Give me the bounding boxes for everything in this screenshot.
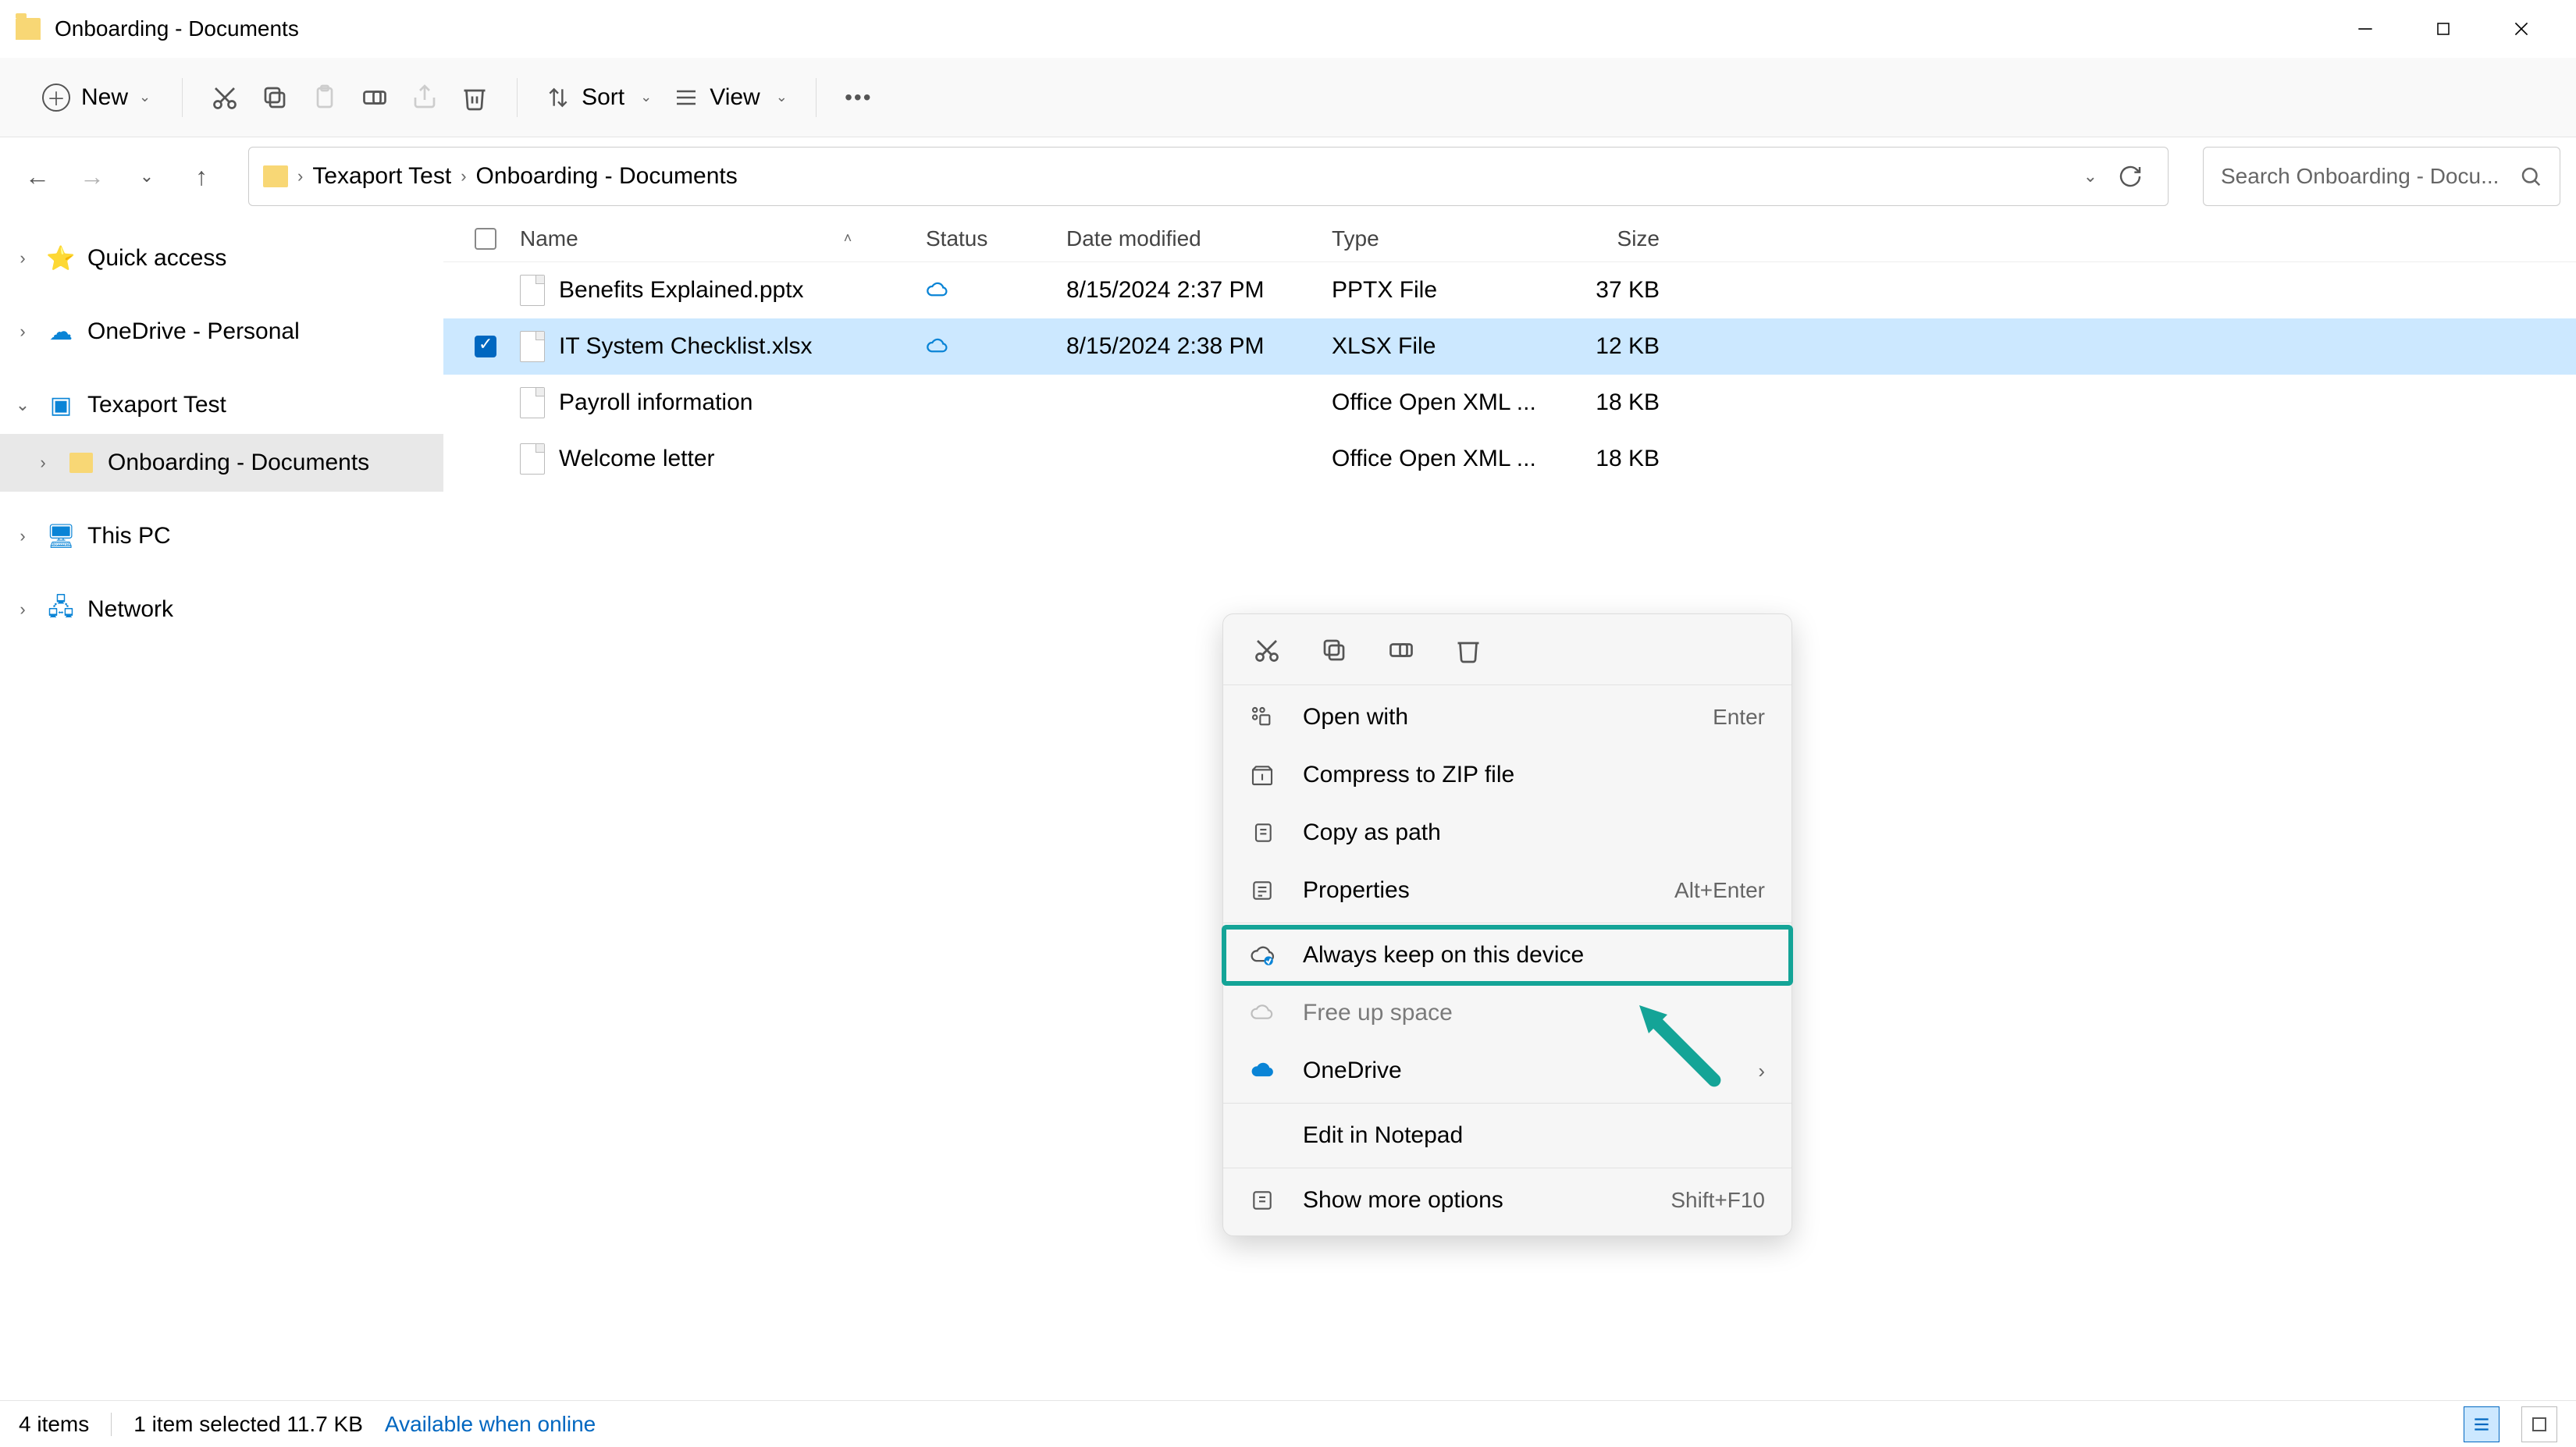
- file-name: Benefits Explained.pptx: [559, 277, 804, 304]
- date-cell: 8/15/2024 2:38 PM: [1066, 333, 1332, 360]
- share-button[interactable]: [400, 73, 450, 123]
- window-controls: [2326, 5, 2560, 52]
- ctx-compress-zip[interactable]: Compress to ZIP file: [1223, 746, 1791, 804]
- folder-icon: [16, 18, 41, 40]
- chevron-right-icon: ›: [1758, 1059, 1765, 1083]
- maximize-button[interactable]: [2404, 5, 2482, 52]
- ctx-rename-icon[interactable]: [1384, 633, 1418, 667]
- status-bar: 4 items 1 item selected 11.7 KB Availabl…: [0, 1400, 2576, 1447]
- sidebar: ›⭐Quick access ›☁OneDrive - Personal ⌄▣T…: [0, 215, 443, 1369]
- file-icon: [520, 387, 545, 418]
- ctx-show-more[interactable]: Show more options Shift+F10: [1223, 1171, 1791, 1229]
- search-icon: [2519, 165, 2542, 188]
- address-bar[interactable]: › Texaport Test › Onboarding - Documents…: [248, 147, 2169, 206]
- ctx-properties[interactable]: Properties Alt+Enter: [1223, 862, 1791, 919]
- breadcrumb-current[interactable]: Onboarding - Documents: [476, 163, 738, 190]
- type-cell: PPTX File: [1332, 277, 1542, 304]
- size-cell: 18 KB: [1542, 446, 1675, 472]
- select-all-checkbox[interactable]: [475, 228, 496, 250]
- table-row[interactable]: Benefits Explained.pptx 8/15/2024 2:37 P…: [443, 262, 2576, 318]
- sidebar-item-network[interactable]: ›🖧Network: [0, 581, 443, 638]
- sidebar-item-onedrive-personal[interactable]: ›☁OneDrive - Personal: [0, 303, 443, 361]
- col-status[interactable]: Status: [926, 226, 1066, 251]
- file-icon: [520, 275, 545, 306]
- col-date[interactable]: Date modified: [1066, 226, 1332, 251]
- nav-up[interactable]: ↑: [180, 155, 223, 198]
- nav-forward[interactable]: →: [70, 155, 114, 198]
- file-name: Payroll information: [559, 389, 753, 416]
- view-button[interactable]: View ⌄: [663, 76, 799, 119]
- sidebar-item-texaport[interactable]: ⌄▣Texaport Test: [0, 376, 443, 434]
- ctx-open-with[interactable]: Open with Enter: [1223, 688, 1791, 746]
- toolbar: ＋ New ⌄ Sort ⌄ View ⌄ •••: [0, 58, 2576, 137]
- search-input[interactable]: Search Onboarding - Docu...: [2203, 147, 2560, 206]
- sidebar-item-quick-access[interactable]: ›⭐Quick access: [0, 229, 443, 287]
- window-title: Onboarding - Documents: [55, 16, 299, 41]
- file-icon: [520, 443, 545, 475]
- col-size[interactable]: Size: [1542, 226, 1675, 251]
- ctx-free-up-space: Free up space: [1223, 984, 1791, 1042]
- size-cell: 12 KB: [1542, 333, 1675, 360]
- cut-button[interactable]: [200, 73, 250, 123]
- date-cell: 8/15/2024 2:37 PM: [1066, 277, 1332, 304]
- file-list: Name ˄ Status Date modified Type Size Be…: [443, 215, 2576, 1369]
- view-thumbnails-button[interactable]: [2521, 1406, 2557, 1442]
- row-checkbox[interactable]: [475, 336, 496, 357]
- chevron-down-icon[interactable]: ⌄: [2083, 166, 2097, 187]
- paste-button[interactable]: [300, 73, 350, 123]
- ctx-copy-icon[interactable]: [1317, 633, 1351, 667]
- refresh-button[interactable]: [2107, 153, 2154, 200]
- status-availability: Available when online: [385, 1412, 596, 1437]
- nav-recent[interactable]: ⌄: [125, 155, 169, 198]
- col-type[interactable]: Type: [1332, 226, 1542, 251]
- type-cell: XLSX File: [1332, 333, 1542, 360]
- size-cell: 37 KB: [1542, 277, 1675, 304]
- ctx-delete-icon[interactable]: [1451, 633, 1485, 667]
- breadcrumb-root[interactable]: Texaport Test: [312, 163, 451, 190]
- table-row[interactable]: Welcome letter Office Open XML ... 18 KB: [443, 431, 2576, 487]
- sort-button[interactable]: Sort ⌄: [535, 76, 663, 119]
- status-cell: [926, 335, 1066, 358]
- ctx-onedrive[interactable]: OneDrive ›: [1223, 1042, 1791, 1100]
- ctx-edit-notepad[interactable]: Edit in Notepad: [1223, 1107, 1791, 1164]
- nav-row: ← → ⌄ ↑ › Texaport Test › Onboarding - D…: [0, 137, 2576, 215]
- more-button[interactable]: •••: [834, 73, 884, 123]
- sidebar-item-onboarding[interactable]: › Onboarding - Documents: [0, 434, 443, 492]
- status-item-count: 4 items: [19, 1412, 89, 1437]
- new-button[interactable]: ＋ New ⌄: [28, 76, 165, 119]
- context-menu: Open with Enter Compress to ZIP file Cop…: [1222, 613, 1792, 1236]
- table-row[interactable]: IT System Checklist.xlsx 8/15/2024 2:38 …: [443, 318, 2576, 375]
- copy-button[interactable]: [250, 73, 300, 123]
- close-button[interactable]: [2482, 5, 2560, 52]
- file-name: Welcome letter: [559, 446, 715, 472]
- file-icon: [520, 331, 545, 362]
- folder-icon: [263, 165, 288, 187]
- sidebar-item-this-pc[interactable]: ›🖥This PC: [0, 507, 443, 565]
- sort-asc-icon: ˄: [844, 230, 852, 247]
- nav-back[interactable]: ←: [16, 155, 59, 198]
- file-name: IT System Checklist.xlsx: [559, 333, 813, 360]
- title-bar: Onboarding - Documents: [0, 0, 2576, 58]
- delete-button[interactable]: [450, 73, 500, 123]
- ctx-copy-path[interactable]: Copy as path: [1223, 804, 1791, 862]
- type-cell: Office Open XML ...: [1332, 446, 1542, 472]
- rename-button[interactable]: [350, 73, 400, 123]
- table-row[interactable]: Payroll information Office Open XML ... …: [443, 375, 2576, 431]
- status-selection: 1 item selected 11.7 KB: [133, 1412, 363, 1437]
- type-cell: Office Open XML ...: [1332, 389, 1542, 416]
- size-cell: 18 KB: [1542, 389, 1675, 416]
- status-cell: [926, 279, 1066, 302]
- minimize-button[interactable]: [2326, 5, 2404, 52]
- column-headers: Name ˄ Status Date modified Type Size: [443, 215, 2576, 262]
- ctx-cut-icon[interactable]: [1250, 633, 1284, 667]
- col-name[interactable]: Name ˄: [475, 226, 926, 251]
- view-details-button[interactable]: [2464, 1406, 2500, 1442]
- ctx-always-keep[interactable]: Always keep on this device: [1223, 926, 1791, 984]
